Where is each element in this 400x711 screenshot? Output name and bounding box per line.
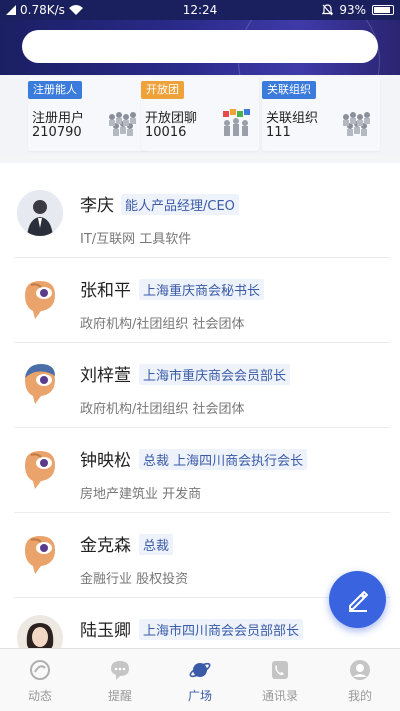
planet-icon bbox=[189, 662, 211, 678]
avatar bbox=[17, 445, 63, 491]
person-name: 张和平 bbox=[80, 281, 131, 301]
avatar bbox=[17, 615, 63, 648]
avatar bbox=[17, 190, 63, 236]
tab-label: 提醒 bbox=[107, 689, 132, 703]
alarm-off-icon bbox=[322, 4, 334, 16]
stat-label: 开放团聊 bbox=[145, 111, 198, 126]
person-industry: 政府机构/社团组织 社会团体 bbox=[80, 317, 245, 332]
tab-mine[interactable]: 我的 bbox=[320, 649, 400, 711]
stat-tag: 注册能人 bbox=[28, 81, 82, 99]
list-item[interactable]: 张和平 上海重庆商会秘书长 政府机构/社团组织 社会团体 bbox=[0, 258, 400, 343]
tab-label: 广场 bbox=[187, 689, 212, 703]
avatar bbox=[17, 360, 63, 406]
stat-tag: 开放团 bbox=[141, 81, 184, 99]
people-group-icon bbox=[109, 112, 136, 136]
person-title: 上海市四川商会会员部部长 bbox=[139, 619, 304, 640]
avatar bbox=[17, 275, 63, 321]
search-input[interactable] bbox=[22, 30, 378, 63]
person-name: 陆玉卿 bbox=[80, 621, 131, 641]
person-title: 能人产品经理/CEO bbox=[121, 194, 239, 215]
tab-dynamic[interactable]: 动态 bbox=[0, 649, 80, 711]
header-banner bbox=[0, 20, 400, 75]
compose-button[interactable] bbox=[329, 571, 386, 628]
stat-value: 10016 bbox=[145, 125, 187, 140]
tab-reminder[interactable]: 提醒 bbox=[80, 649, 160, 711]
stat-value: 111 bbox=[266, 125, 291, 140]
clock: 12:24 bbox=[182, 3, 218, 17]
person-title: 上海市重庆商会会员部长 bbox=[139, 364, 291, 385]
person-title: 总裁 上海四川商会执行会长 bbox=[139, 449, 308, 470]
team-icon bbox=[223, 109, 250, 136]
list-item[interactable]: 刘梓萱 上海市重庆商会会员部长 政府机构/社团组织 社会团体 bbox=[0, 343, 400, 428]
person-title: 总裁 bbox=[139, 534, 174, 555]
chat-bubble-icon bbox=[111, 661, 129, 680]
stat-card-related-orgs[interactable]: 关联组织 关联组织 111 bbox=[262, 77, 380, 151]
stat-tag: 关联组织 bbox=[262, 81, 316, 99]
people-list: 李庆 能人产品经理/CEO IT/互联网 工具软件 张和平 上海重庆商会秘书长 … bbox=[0, 163, 400, 648]
person-industry: IT/互联网 工具软件 bbox=[80, 232, 192, 247]
battery-icon bbox=[372, 5, 394, 15]
dynamic-icon bbox=[30, 660, 50, 680]
person-name: 李庆 bbox=[80, 196, 114, 216]
stat-label: 注册用户 bbox=[32, 111, 85, 126]
stat-card-registered-users[interactable]: 注册能人 注册用户 210790 bbox=[28, 77, 146, 151]
tab-square[interactable]: 广场 bbox=[160, 649, 240, 711]
stats-area: 注册能人 注册用户 210790 开放团 开放团聊 10016 关联组织 关联组… bbox=[0, 75, 400, 155]
list-item[interactable]: 李庆 能人产品经理/CEO IT/互联网 工具软件 bbox=[0, 173, 400, 258]
profile-icon bbox=[350, 660, 370, 680]
tab-label: 我的 bbox=[347, 689, 372, 703]
person-title: 上海重庆商会秘书长 bbox=[139, 279, 265, 300]
signal-icon bbox=[6, 5, 16, 15]
list-item[interactable]: 钟映松 总裁 上海四川商会执行会长 房地产建筑业 开发商 bbox=[0, 428, 400, 513]
person-name: 金克森 bbox=[80, 536, 131, 556]
contacts-icon bbox=[272, 661, 288, 679]
tab-contacts[interactable]: 通讯录 bbox=[240, 649, 320, 711]
bottom-tab-bar: 动态 提醒 广场 通讯录 我的 bbox=[0, 648, 400, 711]
tab-label: 通讯录 bbox=[261, 689, 298, 703]
person-industry: 政府机构/社团组织 社会团体 bbox=[80, 402, 245, 417]
stat-card-open-groups[interactable]: 开放团 开放团聊 10016 bbox=[141, 77, 259, 151]
person-name: 钟映松 bbox=[80, 451, 131, 471]
person-industry: 金融行业 股权投资 bbox=[80, 572, 189, 587]
avatar bbox=[17, 530, 63, 576]
battery-percent: 93% bbox=[339, 3, 366, 17]
tab-label: 动态 bbox=[27, 689, 52, 703]
wifi-icon bbox=[68, 5, 83, 15]
status-bar: 0.78K/s 12:24 93% bbox=[0, 0, 400, 20]
person-name: 刘梓萱 bbox=[80, 366, 131, 386]
edit-icon bbox=[348, 590, 368, 612]
people-group-icon bbox=[343, 112, 370, 136]
stat-label: 关联组织 bbox=[266, 111, 319, 126]
network-speed: 0.78K/s bbox=[20, 3, 65, 17]
stat-value: 210790 bbox=[32, 125, 82, 140]
person-industry: 房地产建筑业 开发商 bbox=[80, 487, 202, 502]
